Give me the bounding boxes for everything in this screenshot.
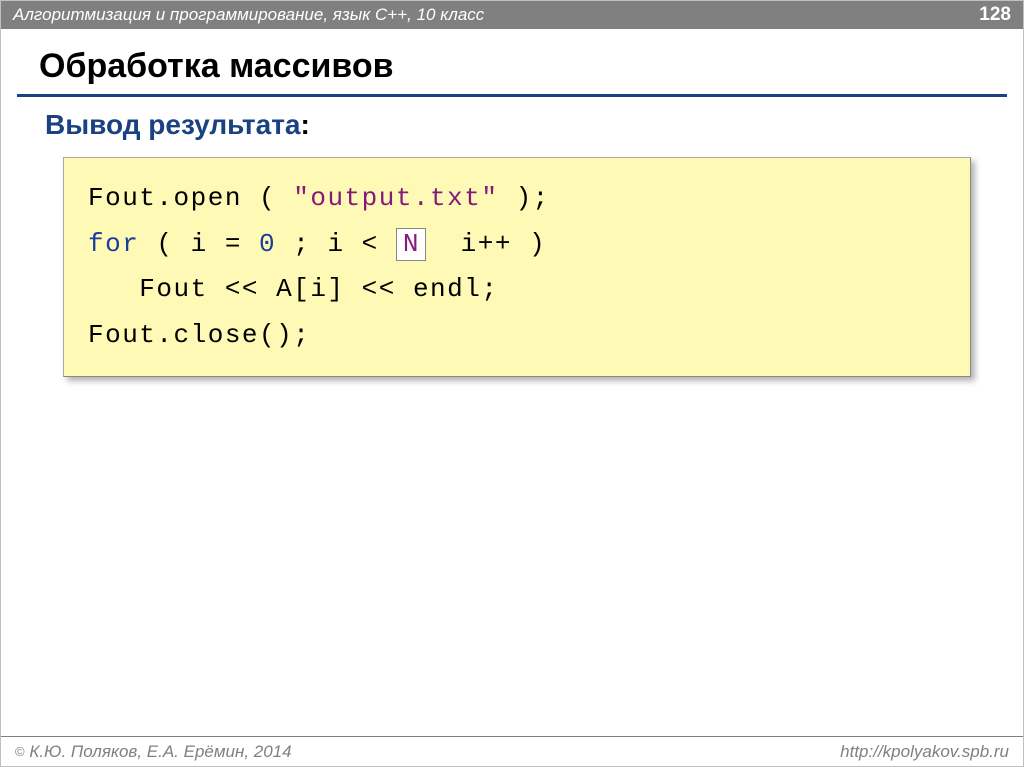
code-text: ( i = <box>139 229 259 259</box>
code-text: Fout.open ( <box>88 183 293 213</box>
code-boxed-var: N <box>396 228 427 261</box>
code-text: ; i < <box>276 229 396 259</box>
page-number: 128 <box>979 4 1011 26</box>
code-keyword: for <box>88 229 139 259</box>
code-line-1: Fout.open ( "output.txt" ); <box>88 176 946 222</box>
course-title: Алгоритмизация и программирование, язык … <box>13 5 484 25</box>
subtitle-text: Вывод результата <box>45 109 300 140</box>
code-line-4: Fout.close(); <box>88 313 946 359</box>
footer-url: http://kpolyakov.spb.ru <box>840 742 1009 762</box>
title-divider <box>17 94 1007 97</box>
subtitle: Вывод результата: <box>45 109 979 141</box>
code-number: 0 <box>259 229 276 259</box>
slide-content: Вывод результата: Fout.open ( "output.tx… <box>1 109 1023 377</box>
code-text: i++ ) <box>426 229 546 259</box>
code-line-2: for ( i = 0 ; i < N i++ ) <box>88 222 946 268</box>
code-text: ); <box>498 183 549 213</box>
code-block: Fout.open ( "output.txt" ); for ( i = 0 … <box>63 157 971 377</box>
copyright-icon: © <box>15 744 25 759</box>
subtitle-colon: : <box>300 109 309 140</box>
code-line-3: Fout << A[i] << endl; <box>88 267 946 313</box>
slide-footer: © К.Ю. Поляков, Е.А. Ерёмин, 2014 http:/… <box>1 736 1023 766</box>
slide-header: Алгоритмизация и программирование, язык … <box>1 1 1023 29</box>
copyright-text: К.Ю. Поляков, Е.А. Ерёмин, 2014 <box>25 742 292 761</box>
copyright: © К.Ю. Поляков, Е.А. Ерёмин, 2014 <box>15 742 292 762</box>
slide-title: Обработка массивов <box>1 29 1023 94</box>
code-string: "output.txt" <box>293 183 498 213</box>
